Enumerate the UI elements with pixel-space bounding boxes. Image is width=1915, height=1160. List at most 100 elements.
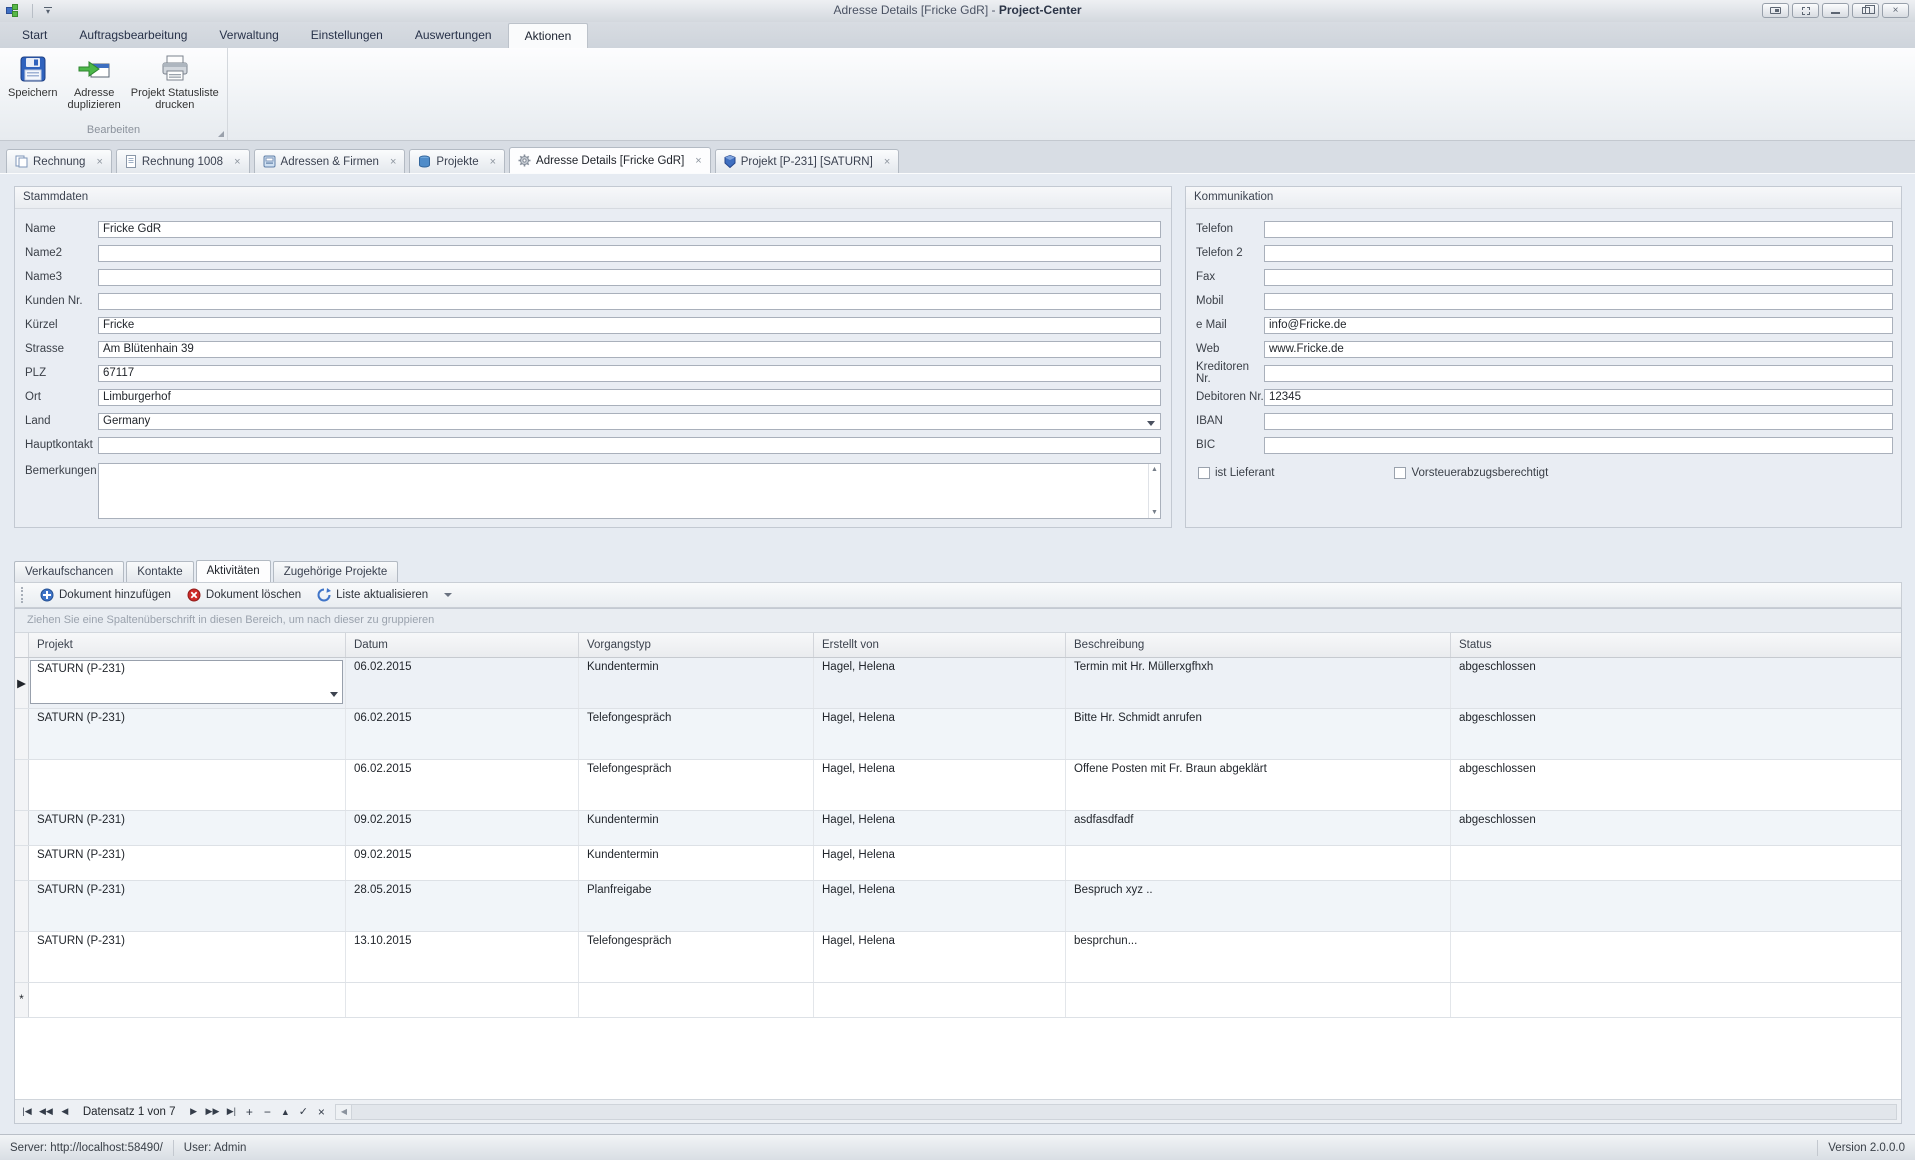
kuerzel-field[interactable] xyxy=(98,316,1161,334)
delete-record-button[interactable]: − xyxy=(259,1103,275,1121)
cell-status[interactable]: abgeschlossen xyxy=(1451,709,1901,759)
name2-field[interactable] xyxy=(98,244,1161,262)
mobil-field[interactable] xyxy=(1264,292,1893,310)
theme-button[interactable] xyxy=(1762,3,1789,18)
close-icon[interactable]: × xyxy=(695,155,701,167)
debitorennr-field[interactable] xyxy=(1264,388,1893,406)
bemerkungen-textarea[interactable]: ▲ ▼ xyxy=(98,463,1161,519)
memo-scrollbar[interactable]: ▲ ▼ xyxy=(1148,464,1160,518)
cell-status[interactable] xyxy=(1451,881,1901,931)
ribbon-tab-aktionen[interactable]: Aktionen xyxy=(507,23,589,48)
cell-projekt[interactable] xyxy=(29,760,346,810)
iban-field[interactable] xyxy=(1264,412,1893,430)
table-row[interactable]: SATURN (P-231) 28.05.2015 Planfreigabe H… xyxy=(15,881,1901,932)
cell-status[interactable]: abgeschlossen xyxy=(1451,760,1901,810)
projekt-combobox[interactable]: SATURN (P-231) xyxy=(30,660,343,704)
cell-erstellt-von[interactable]: Hagel, Helena xyxy=(814,709,1066,759)
close-button[interactable]: × xyxy=(1882,3,1909,18)
cell-datum[interactable]: 13.10.2015 xyxy=(346,932,579,982)
kundennr-field[interactable] xyxy=(98,292,1161,310)
ribbon-tab-start[interactable]: Start xyxy=(6,23,63,48)
name3-field[interactable] xyxy=(98,268,1161,286)
dokument-loeschen-button[interactable]: Dokument löschen xyxy=(179,584,309,606)
ribbon-tab-einstellungen[interactable]: Einstellungen xyxy=(295,23,399,48)
bic-field[interactable] xyxy=(1264,436,1893,454)
table-row[interactable]: ▶ SATURN (P-231) 06.02.2015 Kundentermin… xyxy=(15,658,1901,709)
cell-beschreibung[interactable]: asdfasdfadf xyxy=(1066,811,1451,845)
edit-record-button[interactable]: ▲ xyxy=(277,1103,293,1121)
close-icon[interactable]: × xyxy=(234,156,240,168)
table-row[interactable]: SATURN (P-231) 09.02.2015 Kundentermin H… xyxy=(15,811,1901,846)
kreditorennr-field[interactable] xyxy=(1264,364,1893,382)
close-icon[interactable]: × xyxy=(490,156,496,168)
restore-button[interactable] xyxy=(1852,3,1879,18)
cell-erstellt-von[interactable]: Hagel, Helena xyxy=(814,658,1066,708)
cell-beschreibung[interactable] xyxy=(1066,846,1451,880)
group-by-drop-area[interactable]: Ziehen Sie eine Spaltenüberschrift in di… xyxy=(15,609,1901,633)
new-row[interactable]: * xyxy=(15,983,1901,1018)
telefon2-field[interactable] xyxy=(1264,244,1893,262)
fullscreen-button[interactable] xyxy=(1792,3,1819,18)
toolbar-overflow-icon[interactable] xyxy=(440,584,456,606)
table-row[interactable]: SATURN (P-231) 09.02.2015 Kundentermin H… xyxy=(15,846,1901,881)
prev-record-button[interactable]: ◀ xyxy=(57,1103,73,1121)
dokument-hinzufuegen-button[interactable]: Dokument hinzufügen xyxy=(32,584,179,606)
quick-access-dropdown-icon[interactable]: ▾ xyxy=(41,7,55,16)
group-dialog-launcher-icon[interactable] xyxy=(218,131,224,137)
plz-field[interactable] xyxy=(98,364,1161,382)
cell-status[interactable]: abgeschlossen xyxy=(1451,658,1901,708)
telefon-field[interactable] xyxy=(1264,220,1893,238)
ribbon-tab-verwaltung[interactable]: Verwaltung xyxy=(203,23,294,48)
cell-beschreibung[interactable]: Termin mit Hr. Müllerxgfhxh xyxy=(1066,658,1451,708)
cell-projekt[interactable]: SATURN (P-231) xyxy=(29,709,346,759)
tab-kontakte[interactable]: Kontakte xyxy=(126,561,194,582)
scroll-up-icon[interactable]: ▲ xyxy=(1151,466,1158,473)
hscroll-left-icon[interactable]: ◀ xyxy=(336,1104,353,1119)
cell-datum[interactable]: 06.02.2015 xyxy=(346,658,579,708)
cell-erstellt-von[interactable]: Hagel, Helena xyxy=(814,932,1066,982)
close-icon[interactable]: × xyxy=(96,156,102,168)
column-header-datum[interactable]: Datum xyxy=(346,633,579,657)
email-field[interactable] xyxy=(1264,316,1893,334)
land-select[interactable]: Germany xyxy=(98,412,1161,430)
tab-aktivitaeten[interactable]: Aktivitäten xyxy=(195,560,271,582)
toolbar-grip[interactable] xyxy=(21,587,26,603)
fax-field[interactable] xyxy=(1264,268,1893,286)
tab-zugehoerige-projekte[interactable]: Zugehörige Projekte xyxy=(272,561,399,582)
cell-erstellt-von[interactable]: Hagel, Helena xyxy=(814,846,1066,880)
hauptkontakt-field[interactable] xyxy=(98,436,1161,454)
table-row[interactable]: 06.02.2015 Telefongespräch Hagel, Helena… xyxy=(15,760,1901,811)
cell-vorgangstyp[interactable]: Telefongespräch xyxy=(579,709,814,759)
cell-status[interactable] xyxy=(1451,846,1901,880)
cell-datum[interactable]: 06.02.2015 xyxy=(346,760,579,810)
last-record-button[interactable]: ▶| xyxy=(223,1103,239,1121)
cell-projekt[interactable]: SATURN (P-231) xyxy=(29,881,346,931)
cell-projekt[interactable]: SATURN (P-231) xyxy=(29,658,346,708)
close-icon[interactable]: × xyxy=(884,156,890,168)
liste-aktualisieren-button[interactable]: Liste aktualisieren xyxy=(309,584,436,606)
close-icon[interactable]: × xyxy=(390,156,396,168)
column-header-status[interactable]: Status xyxy=(1451,633,1901,657)
tab-projekte[interactable]: Projekte × xyxy=(409,149,506,173)
cell-projekt[interactable]: SATURN (P-231) xyxy=(29,846,346,880)
cell-datum[interactable]: 09.02.2015 xyxy=(346,811,579,845)
cell-beschreibung[interactable]: Bitte Hr. Schmidt anrufen xyxy=(1066,709,1451,759)
first-record-button[interactable]: |◀ xyxy=(19,1103,35,1121)
table-row[interactable]: SATURN (P-231) 13.10.2015 Telefongespräc… xyxy=(15,932,1901,983)
cell-beschreibung[interactable]: Bespruch xyz .. xyxy=(1066,881,1451,931)
name-field[interactable] xyxy=(98,220,1161,238)
cell-vorgangstyp[interactable]: Kundentermin xyxy=(579,811,814,845)
cell-vorgangstyp[interactable]: Kundentermin xyxy=(579,846,814,880)
cell-vorgangstyp[interactable]: Planfreigabe xyxy=(579,881,814,931)
column-header-projekt[interactable]: Projekt xyxy=(29,633,346,657)
horizontal-scrollbar[interactable]: ◀ xyxy=(335,1103,1897,1120)
web-field[interactable] xyxy=(1264,340,1893,358)
post-edit-button[interactable]: ✓ xyxy=(295,1103,311,1121)
cancel-edit-button[interactable]: × xyxy=(313,1103,329,1121)
cell-erstellt-von[interactable]: Hagel, Helena xyxy=(814,811,1066,845)
cell-beschreibung[interactable]: besprchun... xyxy=(1066,932,1451,982)
cell-projekt[interactable]: SATURN (P-231) xyxy=(29,811,346,845)
tab-adresse-details[interactable]: Adresse Details [Fricke GdR] × xyxy=(509,147,711,173)
adresse-duplizieren-button[interactable]: Adresse duplizieren xyxy=(64,51,125,122)
tab-rechnung[interactable]: Rechnung × xyxy=(6,149,112,173)
